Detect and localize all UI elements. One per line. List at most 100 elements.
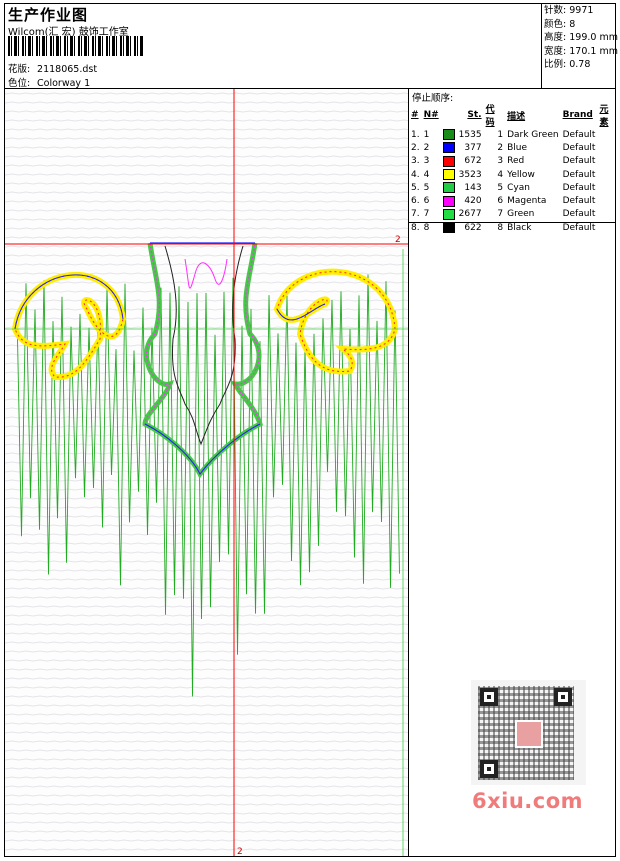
row-code: 1 (497, 129, 504, 140)
row-brand: Default (562, 209, 596, 220)
color-swatch-icon (442, 208, 455, 220)
row-element (598, 194, 620, 207)
row-index: 6. (411, 196, 420, 207)
row-description: Blue (507, 142, 528, 153)
page-title: 生产作业图 (8, 6, 89, 24)
table-row: 5. 5 143 5 Cyan Default (410, 181, 620, 194)
row-stitches: 377 (464, 142, 482, 153)
row-description: Dark Green (507, 129, 559, 140)
color-swatch-icon (442, 169, 455, 181)
row-index: 2. (411, 142, 420, 153)
row-element (598, 181, 620, 194)
colorway: 色位: Colorway 1 (8, 75, 90, 89)
row-needle: 1 (423, 129, 430, 140)
col-brand: Brand (562, 110, 593, 120)
embroidery-preview: 2 2 (5, 89, 408, 856)
qr-finder-icon (480, 760, 498, 778)
table-row: 3. 3 672 3 Red Default (410, 155, 620, 168)
row-description: Yellow (507, 169, 535, 180)
row-brand: Default (562, 156, 596, 167)
pattern-label: 花版: (8, 64, 31, 75)
color-swatch-icon (442, 182, 455, 194)
col-description: 描述 (507, 111, 526, 122)
table-row: 8. 8 622 8 Black Default (410, 221, 620, 234)
row-description: Magenta (507, 196, 547, 207)
color-swatch-icon (442, 195, 455, 207)
table-row: 2. 2 377 2 Blue Default (410, 141, 620, 154)
col-needle: N# (423, 110, 439, 120)
panel-divider (408, 88, 409, 857)
qr-finder-icon (480, 688, 498, 706)
row-index: 3. (411, 156, 420, 167)
row-index: 4. (411, 169, 420, 180)
row-swatch (442, 194, 458, 207)
guide-ref-vertical: 2 (237, 847, 243, 856)
header-divider (541, 3, 542, 89)
table-row: 4. 4 3523 4 Yellow Default (410, 168, 620, 181)
guide-ref-horizontal: 2 (395, 235, 401, 245)
row-brand: Default (562, 222, 596, 233)
table-row: 7. 7 2677 7 Green Default (410, 208, 620, 221)
row-brand: Default (562, 169, 596, 180)
row-brand: Default (562, 142, 596, 153)
row-needle: 6 (423, 196, 430, 207)
row-code: 4 (497, 169, 504, 180)
row-code: 6 (497, 196, 504, 207)
row-swatch (442, 181, 458, 194)
row-needle: 2 (423, 142, 430, 153)
row-needle: 8 (423, 222, 430, 233)
row-swatch (442, 208, 458, 221)
stat-scale: 比例: 0.78 (544, 59, 591, 71)
row-description: Cyan (507, 182, 530, 193)
row-code: 7 (497, 209, 504, 220)
col-stitches: St. (467, 110, 482, 120)
color-swatch-icon (442, 129, 455, 141)
pattern-file: 花版: 2118065.dst (8, 61, 97, 75)
row-stitches: 622 (464, 222, 482, 233)
row-index: 8. (411, 222, 420, 233)
row-stitches: 1535 (458, 129, 482, 140)
row-needle: 5 (423, 182, 430, 193)
row-code: 5 (497, 182, 504, 193)
row-stitches: 143 (464, 182, 482, 193)
row-index: 5. (411, 182, 420, 193)
row-description: Green (507, 209, 535, 220)
row-index: 7. (411, 209, 420, 220)
row-needle: 7 (423, 209, 430, 220)
row-element (598, 128, 620, 141)
color-swatch-icon (442, 142, 455, 154)
row-stitches: 420 (464, 196, 482, 207)
color-swatch-icon (442, 155, 455, 167)
qr-logo-icon (515, 720, 543, 748)
row-stitches: 3523 (458, 169, 482, 180)
stat-stitches: 针数: 9971 (544, 5, 594, 16)
stat-height: 高度: 199.0 mm (544, 32, 618, 44)
row-element (598, 141, 620, 154)
col-code: 代码 (485, 105, 495, 128)
row-element (598, 208, 620, 221)
row-swatch (442, 155, 458, 168)
row-element (598, 155, 620, 168)
row-index: 1. (411, 129, 420, 140)
row-swatch (442, 221, 458, 234)
stat-colors: 颜色: 8 (544, 18, 576, 30)
col-element: 元素 (599, 105, 609, 128)
watermark-text: 6xiu.com (472, 789, 584, 813)
table-row: 6. 6 420 6 Magenta Default (410, 194, 620, 207)
row-brand: Default (562, 129, 596, 140)
row-stitches: 672 (464, 156, 482, 167)
stop-sequence-table: # N# St. 代码 描述 Brand 元素 1. 1 1535 1 Dark Gre… (410, 102, 620, 234)
row-brand: Default (562, 182, 596, 193)
qr-finder-icon (554, 688, 572, 706)
col-index: # (411, 110, 419, 120)
table-row: 1. 1 1535 1 Dark Green Default (410, 128, 620, 141)
row-element (598, 168, 620, 181)
row-swatch (442, 128, 458, 141)
color-swatch-icon (442, 222, 455, 234)
row-stitches: 2677 (458, 209, 482, 220)
row-swatch (442, 168, 458, 181)
table-header-row: # N# St. 代码 描述 Brand 元素 (410, 102, 620, 128)
row-description: Red (507, 156, 525, 167)
row-brand: Default (562, 196, 596, 207)
barcode (8, 36, 143, 56)
